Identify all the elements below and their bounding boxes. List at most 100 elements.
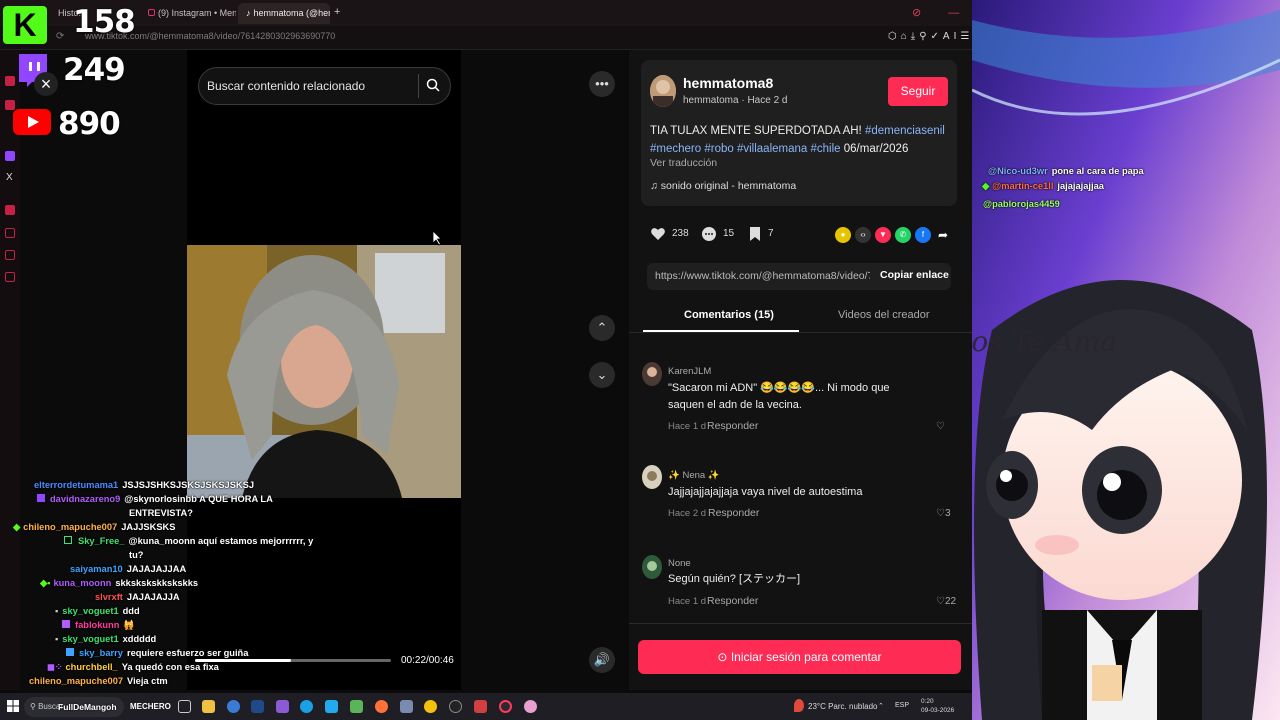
see-translation-link[interactable]: Ver traducción xyxy=(650,157,717,169)
vtuber-art-panel: Dios Te Ama @Nico-ud3wrpone al cara de p… xyxy=(972,0,1280,720)
author-avatar[interactable] xyxy=(650,75,676,107)
comment-count: 15 xyxy=(723,228,735,239)
twitch-sidebar-icon[interactable] xyxy=(5,151,15,161)
embed-icon[interactable]: ‹› xyxy=(855,227,871,243)
facebook-icon[interactable]: f xyxy=(915,227,931,243)
weather-text[interactable]: 23°C Parc. nublado xyxy=(808,702,877,711)
settings-icon[interactable] xyxy=(5,272,15,282)
chat-message: fablokunn 🙀 xyxy=(62,620,135,631)
follow-button[interactable]: Seguir xyxy=(888,77,948,106)
chat-text: Ya quedó con esa fixa xyxy=(121,662,219,672)
sidebar-app-icon[interactable] xyxy=(5,228,15,238)
chat-message: elterrordetumama1 JSJSJSHKSJSKSJSKSJSKSJ xyxy=(34,480,254,490)
hashtag-link[interactable]: #villaalemana xyxy=(737,143,807,155)
tab-tiktok[interactable]: ♪hemmatoma (@hemm... xyxy=(238,3,330,24)
clock-date: 09-03-2026 xyxy=(921,707,955,714)
new-tab-button[interactable]: + xyxy=(334,6,340,18)
post-caption: TIA TULAX MENTE SUPERDOTADA AH! #demenci… xyxy=(650,122,950,158)
opera-gx-icon[interactable] xyxy=(499,700,512,713)
comment-like-button[interactable]: ♡22 xyxy=(936,596,956,607)
comment-like-button[interactable]: ♡3 xyxy=(936,508,951,519)
sidebar-app-icon[interactable] xyxy=(5,250,15,260)
chat-text: pone al cara de papa xyxy=(1051,166,1144,176)
previous-video-button[interactable]: ⌃ xyxy=(589,315,615,341)
reply-button[interactable]: Responder xyxy=(708,507,759,519)
comment-username[interactable]: ✨ Nena ✨ xyxy=(668,470,720,481)
hashtag-link[interactable]: #mechero xyxy=(650,143,701,155)
side-chat-message: @pablorojas4459 xyxy=(983,199,1064,209)
comment-username[interactable]: KarenJLM xyxy=(668,366,711,377)
reply-button[interactable]: Responder xyxy=(707,595,758,607)
author-name[interactable]: hemmatoma8 xyxy=(683,75,773,91)
chat-message: ◼⁘ churchbell_ Ya quedó con esa fixa xyxy=(47,662,219,673)
taskbar-clock[interactable]: 0:20 09-03-2026 xyxy=(921,697,954,715)
copy-link-button[interactable]: Copiar enlace xyxy=(880,269,949,281)
app-icon[interactable] xyxy=(350,700,363,713)
app-icon[interactable] xyxy=(474,700,487,713)
vtuber-background-art xyxy=(972,0,1280,720)
comment-avatar[interactable] xyxy=(642,555,662,579)
more-options-button[interactable]: ••• xyxy=(589,71,615,97)
active-tab-indicator xyxy=(643,330,799,332)
volume-button[interactable]: 🔊 xyxy=(589,647,615,673)
like-icon[interactable] xyxy=(649,225,667,243)
chat-username: saiyaman10 xyxy=(70,564,123,574)
firefox-icon[interactable] xyxy=(375,700,388,713)
comment-username[interactable]: None xyxy=(668,558,691,569)
close-overlay-button[interactable]: × xyxy=(34,72,58,96)
app-icon[interactable] xyxy=(276,700,289,713)
comment-icon[interactable] xyxy=(700,225,718,243)
comment-time: Hace 1 d xyxy=(668,421,707,432)
language-indicator[interactable]: ESP xyxy=(895,702,909,709)
caption-date: 06/mar/2026 xyxy=(843,143,909,155)
send-share-icon[interactable]: ▼ xyxy=(875,227,891,243)
sound-link[interactable]: ♫ sonido original - hemmatoma xyxy=(650,180,796,192)
login-to-comment-button[interactable]: ⊙ Iniciar sesión para comentar xyxy=(638,640,961,674)
heart-outline-icon: ♡ xyxy=(936,596,945,607)
share-arrow-icon[interactable]: ➦ xyxy=(935,227,951,243)
sidebar-app-icon[interactable] xyxy=(5,205,15,215)
file-explorer-icon[interactable] xyxy=(202,700,215,713)
chat-username: elterrordetumama1 xyxy=(34,480,119,490)
comment-avatar[interactable] xyxy=(642,362,662,386)
badge-icon: ◆ xyxy=(13,522,21,532)
comment-like-button[interactable]: ♡ xyxy=(936,421,945,432)
hashtag-link[interactable]: #chile xyxy=(811,143,841,155)
chat-text: jajajajajjaa xyxy=(1057,181,1104,191)
whatsapp-icon[interactable]: ✆ xyxy=(895,227,911,243)
obs-icon[interactable] xyxy=(449,700,462,713)
app-icon[interactable] xyxy=(400,700,413,713)
search-icon[interactable] xyxy=(426,78,440,92)
bookmark-icon[interactable] xyxy=(746,225,764,243)
hashtag-link[interactable]: #demenciasenil xyxy=(865,125,945,137)
tab-instagram[interactable]: (9) Instagram • Mensajes xyxy=(140,3,236,24)
hashtag-link[interactable]: #robo xyxy=(704,143,733,155)
comment-avatar[interactable] xyxy=(642,465,662,489)
search-input[interactable]: Buscar contenido relacionado xyxy=(207,79,365,93)
reply-button[interactable]: Responder xyxy=(707,420,758,432)
tab-comments[interactable]: Comentarios (15) xyxy=(684,309,774,321)
chat-message: ◆▪ kuna_moonn skkskskskkskskks xyxy=(40,578,198,589)
reload-icon[interactable]: ⟳ xyxy=(56,31,64,42)
video-link[interactable]: https://www.tiktok.com/@hemmatoma8/video… xyxy=(655,270,870,282)
system-tray-icons[interactable]: ⌃ xyxy=(878,702,884,710)
tab-creator-videos[interactable]: Videos del creador xyxy=(838,309,930,321)
x-sidebar-icon[interactable]: X xyxy=(6,172,13,183)
chat-username: sky_voguet1 xyxy=(62,606,119,616)
windows-start-icon[interactable] xyxy=(7,700,19,712)
app-icon[interactable] xyxy=(524,700,537,713)
task-view-icon[interactable] xyxy=(178,700,191,713)
next-video-button[interactable]: ⌄ xyxy=(589,362,615,388)
speaker-icon: 🔊 xyxy=(593,652,611,667)
app-icon[interactable] xyxy=(227,700,240,713)
weather-icon[interactable] xyxy=(794,699,804,712)
app-icon[interactable] xyxy=(251,700,264,713)
video-frame[interactable] xyxy=(187,245,461,498)
coin-share-icon[interactable]: ● xyxy=(835,227,851,243)
browser-toolbar-icons[interactable]: ⬡⌂⤓⚲✓AI☰ xyxy=(888,31,973,42)
chat-text: @skynorlosinbb A QUE HORA LA xyxy=(124,494,273,504)
comment-text: Según quién? [ステッカー] xyxy=(668,573,801,585)
edge-icon[interactable] xyxy=(300,700,313,713)
app-icon[interactable] xyxy=(325,700,338,713)
chrome-icon[interactable] xyxy=(424,700,437,713)
